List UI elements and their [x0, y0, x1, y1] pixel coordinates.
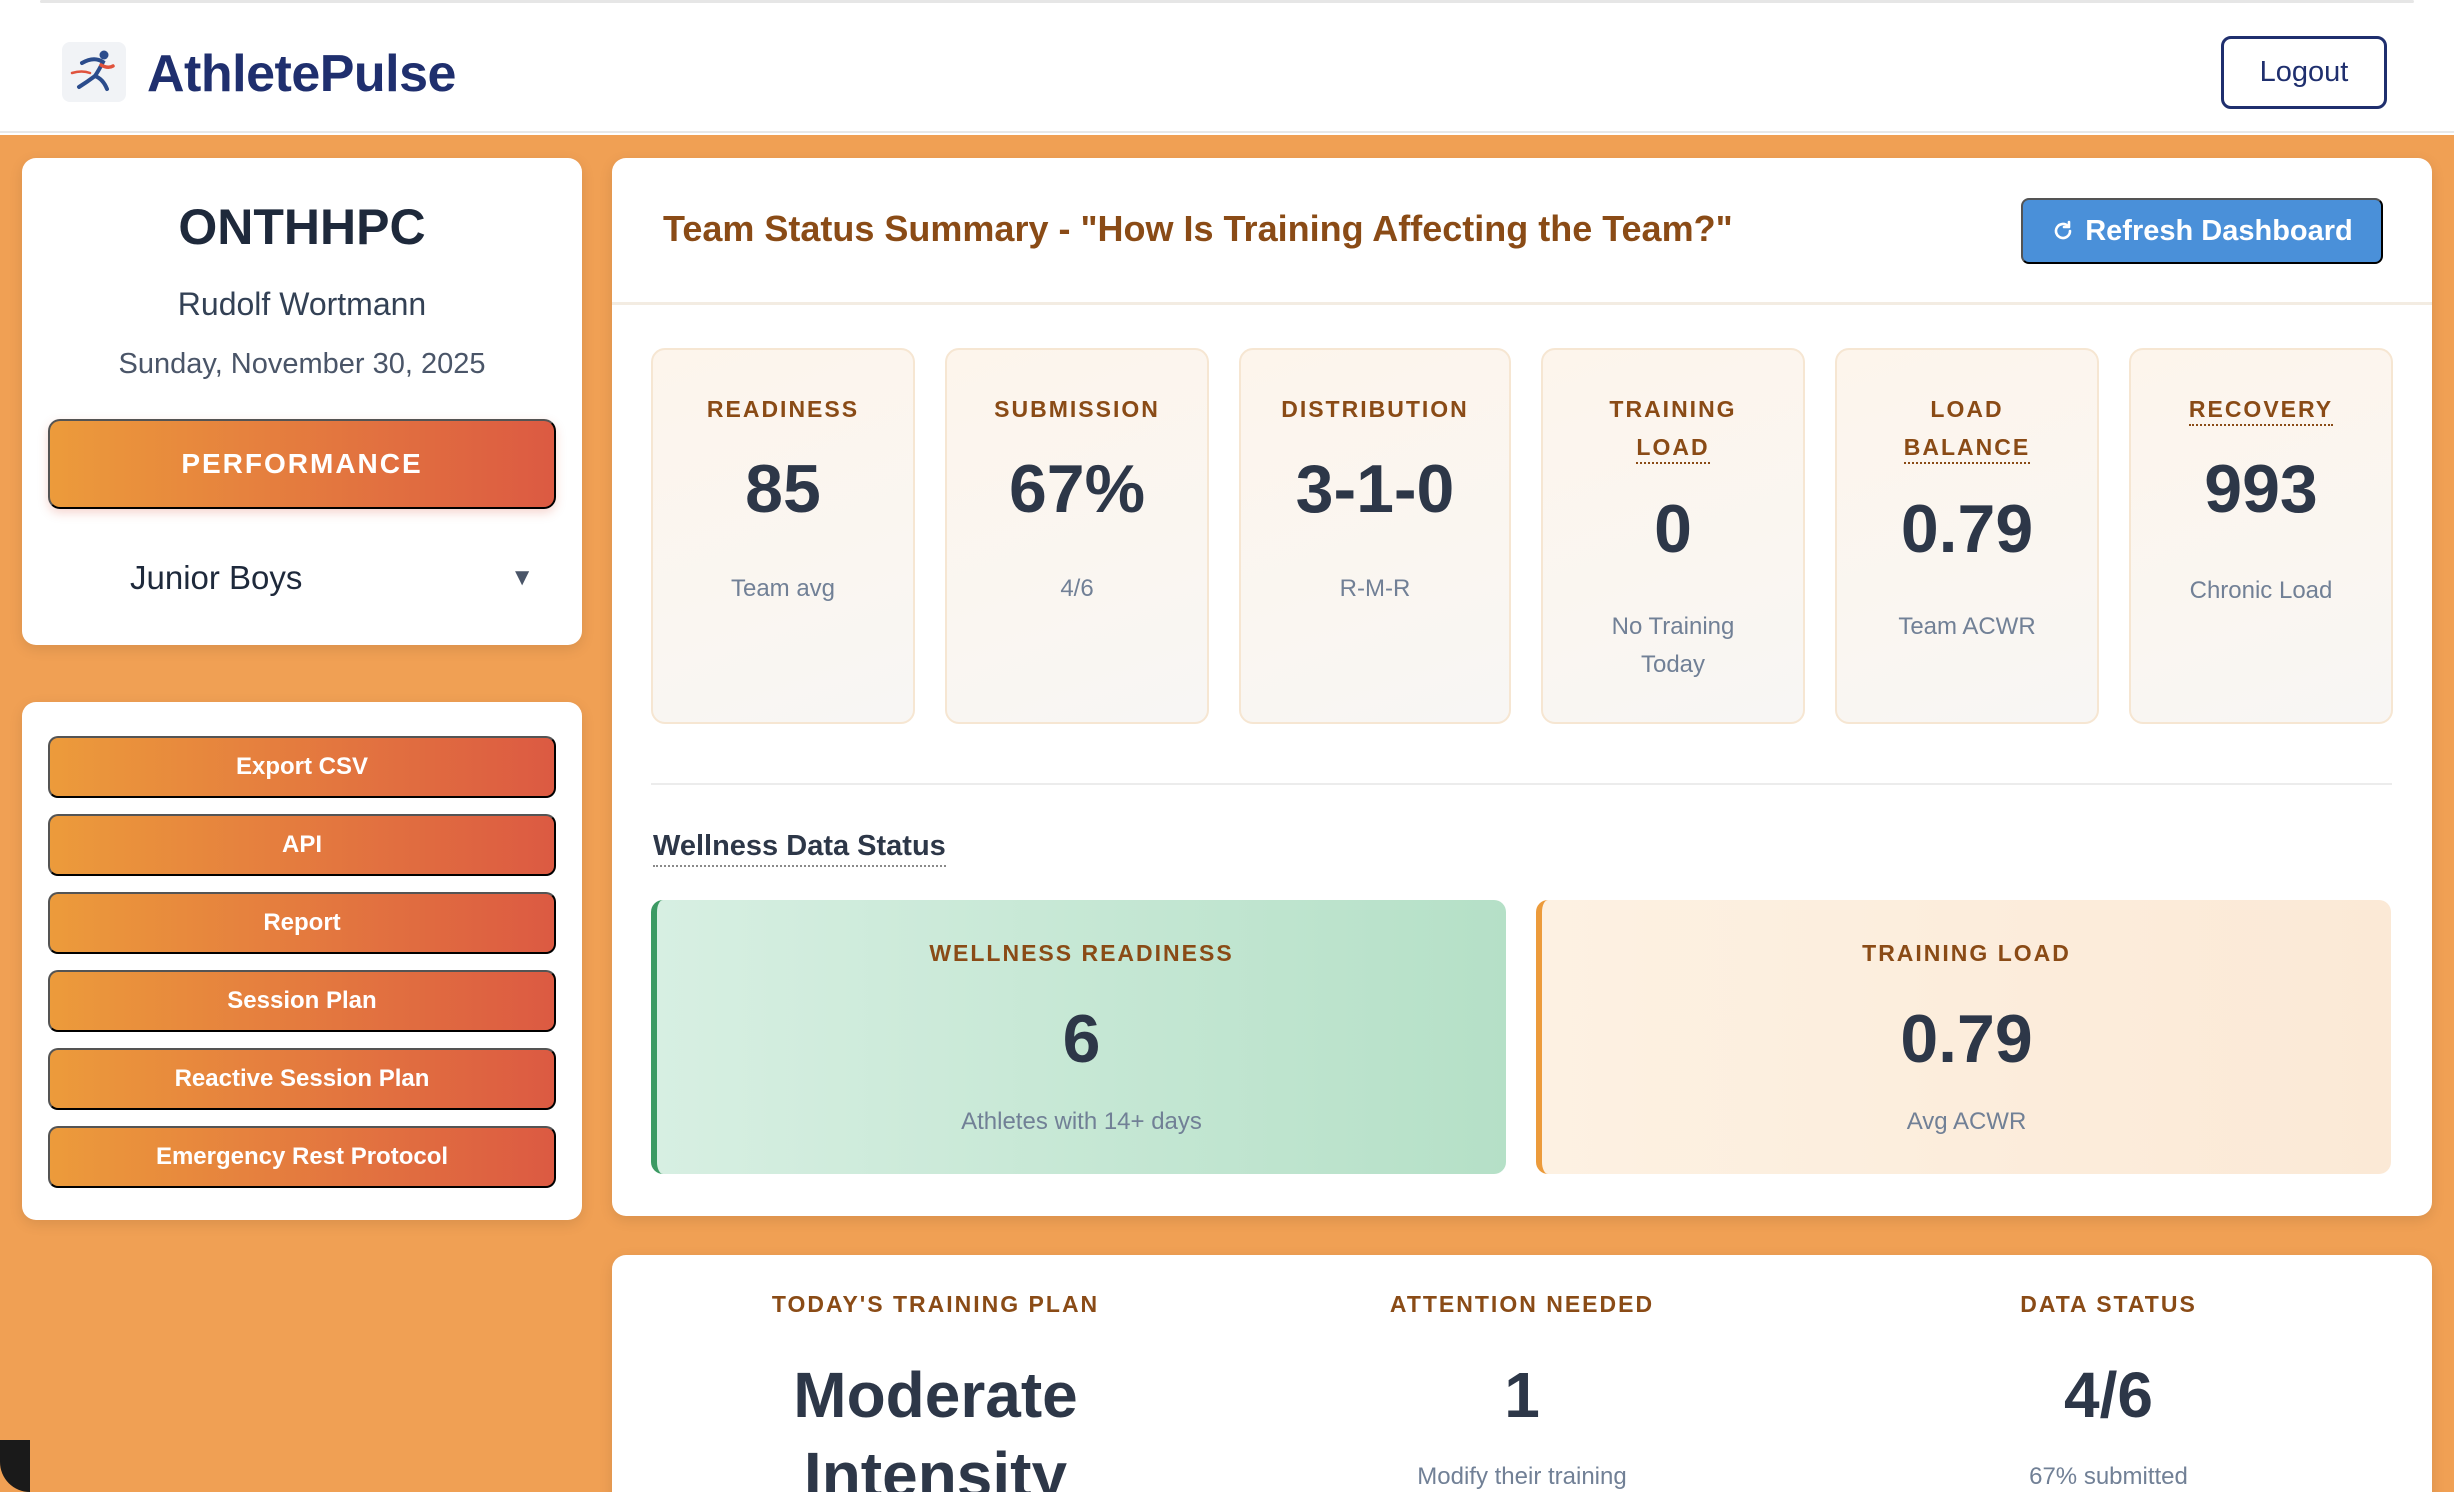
- performance-mode-button[interactable]: PERFORMANCE: [48, 419, 556, 509]
- logout-button[interactable]: Logout: [2221, 36, 2387, 109]
- top-border-line: [40, 0, 2414, 3]
- metric-label-line1: TRAINING: [1609, 396, 1737, 422]
- summary-header: Team Status Summary - "How Is Training A…: [612, 158, 2432, 305]
- actions-card: Export CSV API Report Session Plan React…: [22, 702, 582, 1220]
- metric-subtext-line1: No Training: [1611, 613, 1735, 640]
- metric-label-line1: LOAD: [1930, 396, 2004, 422]
- refresh-icon: [2054, 220, 2072, 240]
- column-label: ATTENTION NEEDED: [1389, 1291, 1655, 1317]
- team-select-value: Junior Boys: [130, 559, 303, 596]
- column-value: 1: [1504, 1359, 1540, 1431]
- column-subtext: Modify their training: [1417, 1463, 1627, 1490]
- column-value-line2: Intensity: [803, 1439, 1068, 1492]
- api-button[interactable]: API: [48, 814, 556, 876]
- metric-value: 85: [745, 451, 821, 527]
- metric-readiness: READINESS 85 Team avg: [651, 348, 915, 724]
- column-label: TODAY'S TRAINING PLAN: [771, 1291, 1100, 1317]
- metric-value: 67%: [1008, 451, 1146, 527]
- metric-value: 0.79: [1900, 491, 2034, 567]
- top-navbar: AthletePulse Logout: [0, 0, 2454, 133]
- metric-subtext: Team ACWR: [1898, 613, 2036, 640]
- metric-value: 3-1-0: [1295, 451, 1455, 527]
- metric-value: 0: [1654, 491, 1692, 567]
- metric-label: READINESS: [706, 396, 860, 422]
- panel-subtext: Athletes with 14+ days: [961, 1108, 1202, 1135]
- user-name: Rudolf Wortmann: [177, 286, 427, 322]
- emergency-rest-protocol-button[interactable]: Emergency Rest Protocol: [48, 1126, 556, 1188]
- metric-subtext-line2: Today: [1640, 651, 1706, 678]
- metric-label-line2-text: LOAD: [1636, 434, 1710, 464]
- training-load-panel: TRAINING LOAD 0.79 Avg ACWR: [1536, 900, 2391, 1174]
- column-value-line1: Moderate: [793, 1359, 1078, 1431]
- metric-submission: SUBMISSION 67% 4/6: [945, 348, 1209, 724]
- chevron-down-icon: ▼: [510, 564, 534, 591]
- todays-training-plan: TODAY'S TRAINING PLAN Moderate Intensity: [612, 1255, 1259, 1492]
- session-plan-button[interactable]: Session Plan: [48, 970, 556, 1032]
- reactive-session-plan-button[interactable]: Reactive Session Plan: [48, 1048, 556, 1110]
- metric-subtext: Chronic Load: [2189, 577, 2333, 604]
- wellness-section-title[interactable]: Wellness Data Status: [653, 830, 946, 867]
- panel-subtext: Avg ACWR: [1906, 1108, 2027, 1135]
- daily-overview-card: TODAY'S TRAINING PLAN Moderate Intensity…: [612, 1255, 2432, 1492]
- summary-title: Team Status Summary - "How Is Training A…: [663, 208, 1733, 249]
- metric-label-text: RECOVERY: [2188, 396, 2334, 426]
- refresh-dashboard-label: Refresh Dashboard: [2085, 214, 2353, 247]
- panel-value: 6: [1062, 1001, 1101, 1077]
- attention-needed: ATTENTION NEEDED 1 Modify their training: [1259, 1255, 1785, 1492]
- refresh-dashboard-button[interactable]: Refresh Dashboard: [2021, 198, 2383, 264]
- column-subtext: 67% submitted: [2029, 1463, 2188, 1490]
- metric-value: 993: [2204, 451, 2318, 527]
- current-date: Sunday, November 30, 2025: [118, 348, 486, 380]
- column-value: 4/6: [2064, 1359, 2153, 1431]
- metric-label: SUBMISSION: [994, 396, 1160, 422]
- export-csv-button[interactable]: Export CSV: [48, 736, 556, 798]
- column-label: DATA STATUS: [2020, 1291, 2197, 1317]
- panel-label: WELLNESS READINESS: [929, 940, 1234, 966]
- organization-name: ONTHHPC: [178, 199, 426, 255]
- metric-subtext: Team avg: [730, 575, 836, 602]
- report-button[interactable]: Report: [48, 892, 556, 954]
- metric-recovery[interactable]: RECOVERY 993 Chronic Load: [2129, 348, 2393, 724]
- metric-subtext: R-M-R: [1339, 575, 1411, 602]
- panel-value: 0.79: [1900, 1001, 2033, 1077]
- team-status-summary-card: Team Status Summary - "How Is Training A…: [612, 158, 2432, 1216]
- metric-label-line2: BALANCE: [1837, 428, 2097, 466]
- section-divider: [651, 783, 2392, 785]
- metric-label-line2-text: BALANCE: [1903, 434, 2031, 464]
- team-select-dropdown[interactable]: Junior Boys ▼: [48, 538, 556, 618]
- metric-load-balance[interactable]: LOAD BALANCE 0.79 Team ACWR: [1835, 348, 2099, 724]
- metric-label: DISTRIBUTION: [1281, 396, 1469, 422]
- profile-card: ONTHHPC Rudolf Wortmann Sunday, November…: [22, 158, 582, 645]
- data-status: DATA STATUS 4/6 67% submitted: [1785, 1255, 2432, 1492]
- brand-name[interactable]: AthletePulse: [147, 44, 456, 104]
- metric-label-line2: LOAD: [1543, 428, 1803, 466]
- metric-subtext: 4/6: [1060, 575, 1094, 602]
- panel-label: TRAINING LOAD: [1862, 940, 2071, 966]
- runner-logo-icon: [62, 42, 126, 102]
- wellness-readiness-panel: WELLNESS READINESS 6 Athletes with 14+ d…: [651, 900, 1506, 1174]
- metric-label: RECOVERY: [2131, 390, 2391, 428]
- metric-training-load[interactable]: TRAINING LOAD 0 No Training Today: [1541, 348, 1805, 724]
- metric-distribution: DISTRIBUTION 3-1-0 R-M-R: [1239, 348, 1511, 724]
